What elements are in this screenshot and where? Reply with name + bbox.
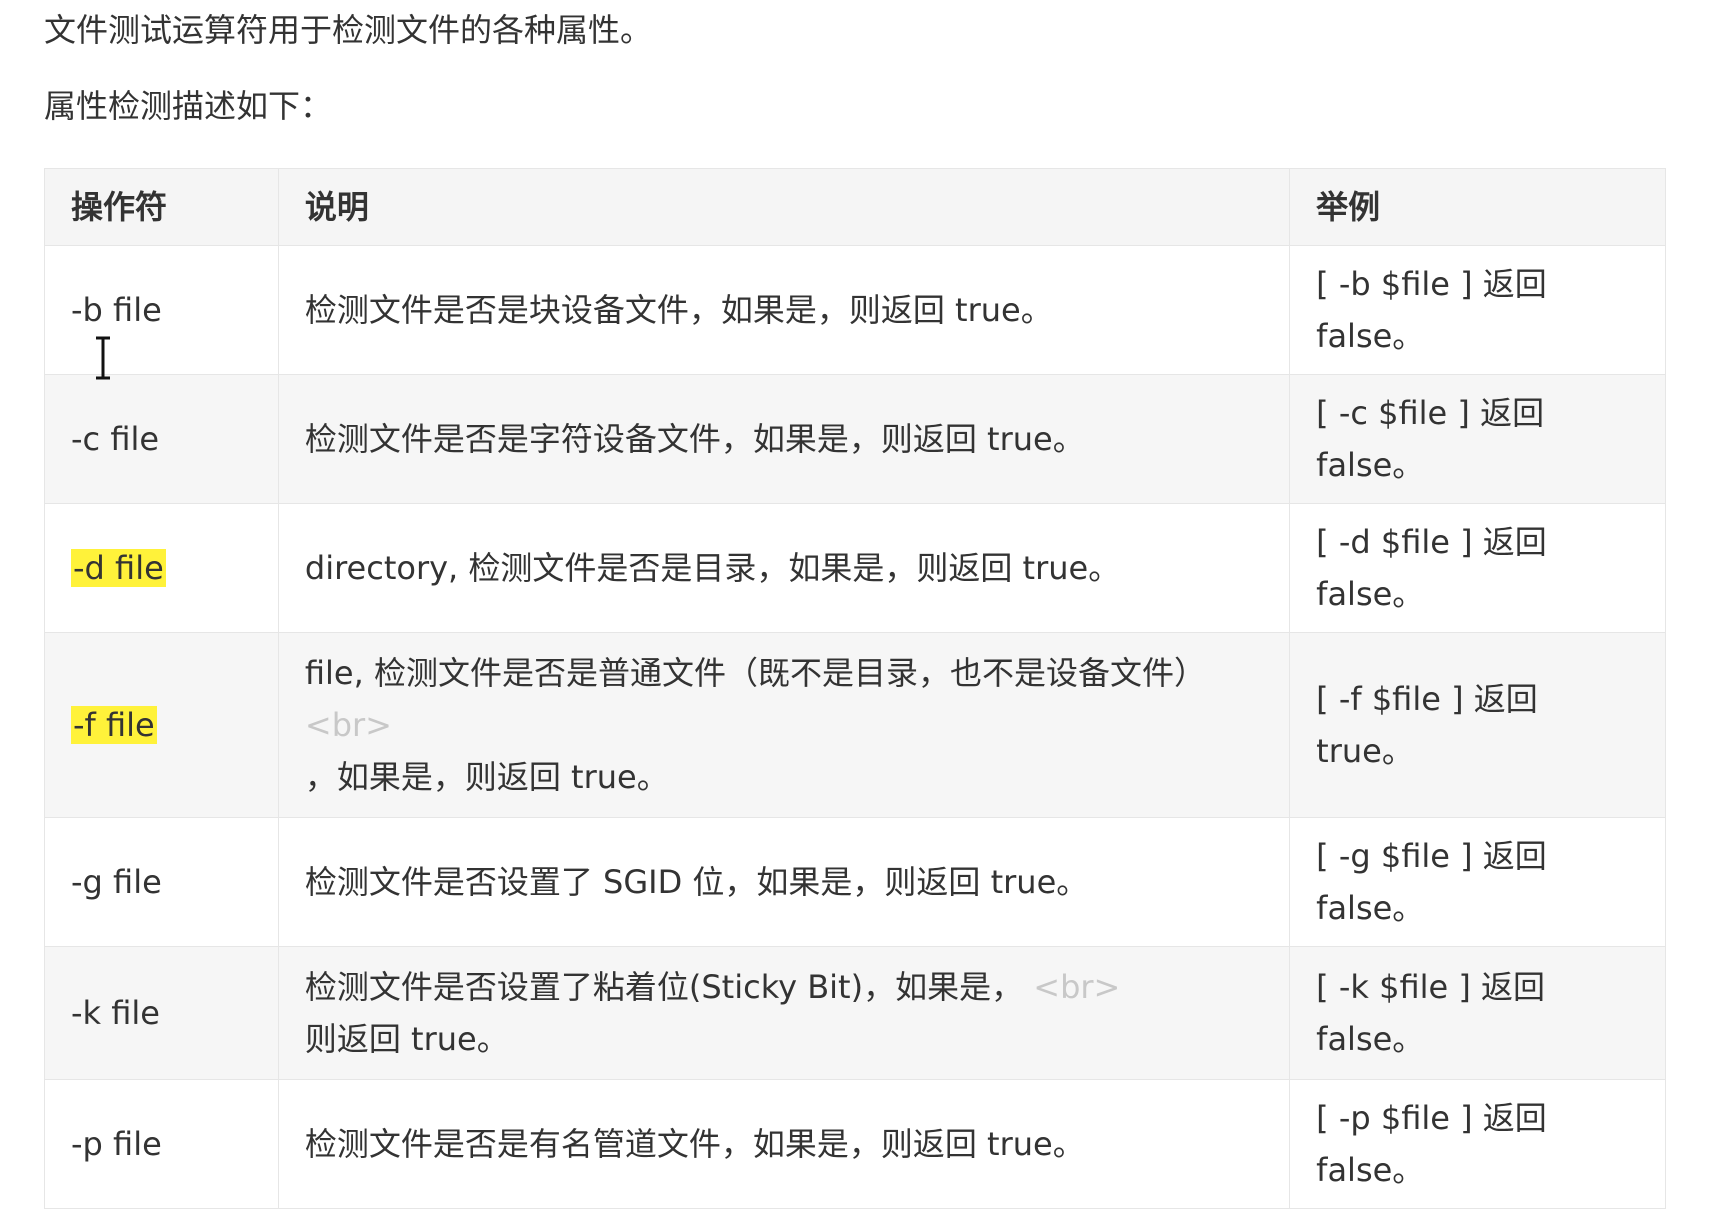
description-cell: 检测文件是否是块设备文件，如果是，则返回 true。 [277,245,1291,375]
highlighted-operator-text: -d file [71,549,166,587]
table-row: -f file file, 检测文件是否是普通文件（既不是目录，也不是设备文件）… [44,632,1666,818]
example-text-continued: false。 [1316,889,1425,927]
description-text: 检测文件是否是有名管道文件，如果是，则返回 true。 [304,1125,1085,1163]
description-text: directory, 检测文件是否是目录，如果是，则返回 true。 [304,549,1121,587]
example-text: [ -b $file ] 返回 [1316,265,1547,303]
file-test-operators-table: 操作符 说明 举例 -b file 检测文件是否是块设备文件，如果是，则返回 t… [44,168,1666,1209]
description-text: 检测文件是否设置了粘着位(Sticky Bit)，如果是， [304,968,1024,1006]
highlighted-operator-text: -f file [71,706,157,744]
description-cell: file, 检测文件是否是普通文件（既不是目录，也不是设备文件） <br> ，如… [277,632,1291,818]
operator-text: -k file [71,994,160,1032]
example-cell: [ -d $file ] 返回 false。 [1289,503,1666,633]
table-row: -d file directory, 检测文件是否是目录，如果是，则返回 tru… [44,503,1666,633]
example-text: [ -c $file ] 返回 [1316,394,1545,432]
operator-cell: -d file [44,503,279,633]
example-text: [ -f $file ] 返回 true。 [1316,680,1538,770]
table-header-row: 操作符 说明 举例 [44,168,1666,246]
example-cell: [ -p $file ] 返回 false。 [1289,1079,1666,1209]
example-text: [ -d $file ] 返回 [1316,523,1547,561]
table-row: -k file 检测文件是否设置了粘着位(Sticky Bit)，如果是， <b… [44,946,1666,1080]
description-text-continued: 则返回 true。 [304,1020,509,1058]
header-operator: 操作符 [44,168,279,246]
description-text: 检测文件是否设置了 SGID 位，如果是，则返回 true。 [304,863,1089,901]
operator-cell: -c file [44,374,279,504]
operator-cell: -k file [44,946,279,1080]
description-text: 检测文件是否是块设备文件，如果是，则返回 true。 [304,291,1053,329]
header-description: 说明 [277,168,1291,246]
description-cell: 检测文件是否是有名管道文件，如果是，则返回 true。 [277,1079,1291,1209]
example-text-continued: false。 [1316,1151,1425,1189]
operator-cell: -f file [44,632,279,818]
example-text: [ -g $file ] 返回 [1316,837,1547,875]
description-cell: 检测文件是否设置了粘着位(Sticky Bit)，如果是， <br> 则返回 t… [277,946,1291,1080]
example-text-continued: false。 [1316,1020,1425,1058]
table-row: -g file 检测文件是否设置了 SGID 位，如果是，则返回 true。 [… [44,817,1666,947]
table-row: -c file 检测文件是否是字符设备文件，如果是，则返回 true。 [ -c… [44,374,1666,504]
operator-text: -g file [71,863,162,901]
operator-text: -b file [71,291,162,329]
example-cell: [ -g $file ] 返回 false。 [1289,817,1666,947]
example-text-continued: false。 [1316,575,1425,613]
operator-cell: -p file [44,1079,279,1209]
example-text: [ -k $file ] 返回 [1316,968,1546,1006]
description-text: 检测文件是否是字符设备文件，如果是，则返回 true。 [304,420,1085,458]
description-text-continued: ，如果是，则返回 true。 [304,758,669,796]
operator-cell: -g file [44,817,279,947]
description-cell: 检测文件是否是字符设备文件，如果是，则返回 true。 [277,374,1291,504]
example-text-continued: false。 [1316,317,1425,355]
table-row: -p file 检测文件是否是有名管道文件，如果是，则返回 true。 [ -p… [44,1079,1666,1209]
literal-br-tag: <br> [1033,968,1121,1006]
operator-text: -p file [71,1125,162,1163]
description-cell: directory, 检测文件是否是目录，如果是，则返回 true。 [277,503,1291,633]
example-text-continued: false。 [1316,446,1425,484]
description-cell: 检测文件是否设置了 SGID 位，如果是，则返回 true。 [277,817,1291,947]
operator-cell: -b file [44,245,279,375]
example-text: [ -p $file ] 返回 [1316,1099,1547,1137]
table-row: -b file 检测文件是否是块设备文件，如果是，则返回 true。 [ -b … [44,245,1666,375]
example-cell: [ -b $file ] 返回 false。 [1289,245,1666,375]
description-text: file, 检测文件是否是普通文件（既不是目录，也不是设备文件） [304,654,1206,692]
intro-subheading: 属性检测描述如下： [44,87,333,125]
header-example: 举例 [1289,168,1666,246]
example-cell: [ -k $file ] 返回 false。 [1289,946,1666,1080]
intro-paragraph: 文件测试运算符用于检测文件的各种属性。 [44,11,653,49]
literal-br-tag: <br> [304,706,392,744]
operator-text: -c file [71,420,160,458]
text-cursor-icon [96,336,110,380]
example-cell: [ -c $file ] 返回 false。 [1289,374,1666,504]
example-cell: [ -f $file ] 返回 true。 [1289,632,1666,818]
